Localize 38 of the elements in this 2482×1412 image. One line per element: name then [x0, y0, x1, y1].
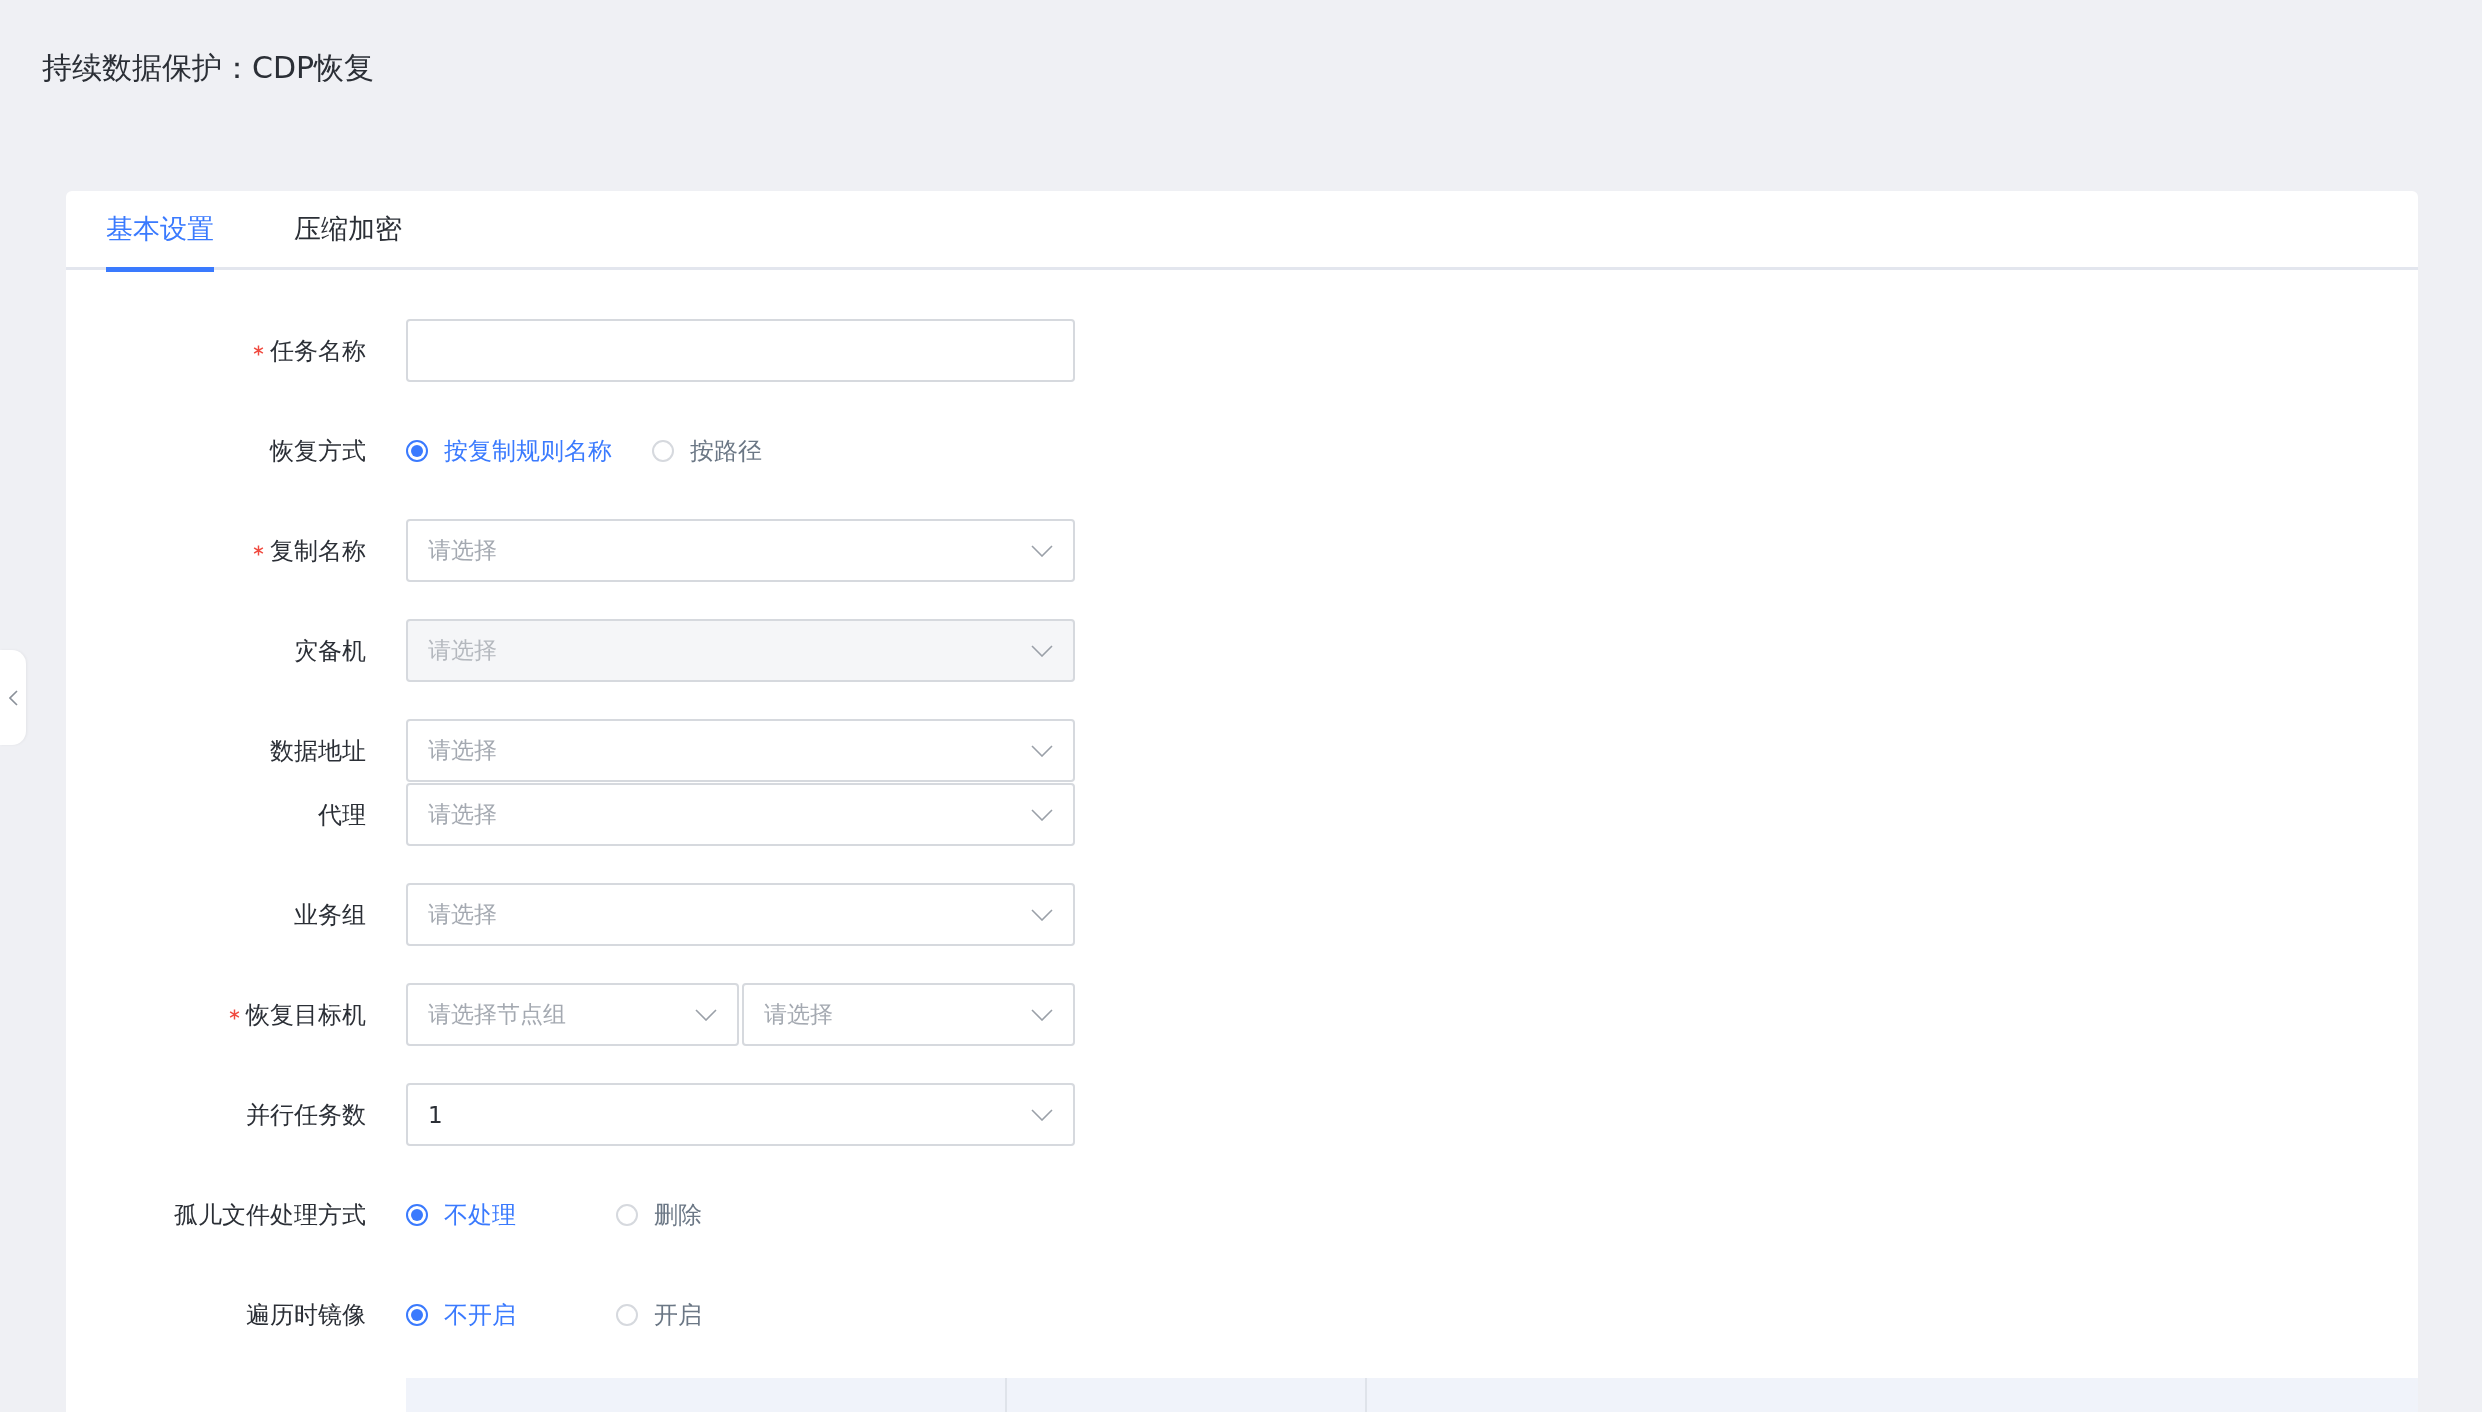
chevron-down-icon	[1031, 808, 1053, 821]
chevron-down-icon	[1031, 644, 1053, 657]
field-label: 任务名称	[270, 335, 366, 367]
radio-option[interactable]: 不处理	[406, 1198, 576, 1231]
radio-option[interactable]: 按复制规则名称	[406, 434, 612, 467]
text-field[interactable]	[406, 319, 1075, 382]
radio-option[interactable]: 删除	[616, 1198, 786, 1231]
field-label: 业务组	[294, 899, 366, 931]
field-label: 恢复目标机	[246, 999, 366, 1031]
chevron-down-icon	[695, 1008, 717, 1021]
radio-option[interactable]: 按路径	[652, 434, 822, 467]
field-label: 数据地址	[270, 735, 366, 767]
chevron-down-icon	[1031, 1108, 1053, 1121]
chevron-down-icon	[1031, 544, 1053, 557]
chevron-down-icon	[1031, 908, 1053, 921]
select-field[interactable]: 请选择	[406, 519, 1075, 582]
select-field[interactable]: 请选择节点组	[406, 983, 739, 1046]
chevron-left-icon	[8, 689, 18, 706]
radio-option[interactable]: 不开启	[406, 1298, 576, 1331]
chevron-down-icon	[1031, 744, 1053, 757]
field-label: 复制名称	[270, 535, 366, 567]
select-field[interactable]: 请选择	[406, 783, 1075, 846]
collapse-handle[interactable]	[0, 650, 26, 745]
select-field[interactable]: 请选择	[742, 983, 1075, 1046]
select-field[interactable]: 请选择	[406, 719, 1075, 782]
page-title: 持续数据保护：CDP恢复	[42, 49, 375, 87]
field-label: 遍历时镜像	[246, 1299, 366, 1331]
chevron-down-icon	[1031, 1008, 1053, 1021]
tab[interactable]: 压缩加密	[294, 191, 402, 272]
field-label: 代理	[318, 799, 366, 831]
field-label: 恢复方式	[270, 435, 366, 467]
field-label: 孤儿文件处理方式	[174, 1199, 366, 1231]
select-field[interactable]: 1	[406, 1083, 1075, 1146]
select-field[interactable]: 请选择	[406, 883, 1075, 946]
field-label: 灾备机	[294, 635, 366, 667]
tab[interactable]: 基本设置	[106, 191, 214, 272]
field-label: 并行任务数	[246, 1099, 366, 1131]
radio-option[interactable]: 开启	[616, 1298, 786, 1331]
